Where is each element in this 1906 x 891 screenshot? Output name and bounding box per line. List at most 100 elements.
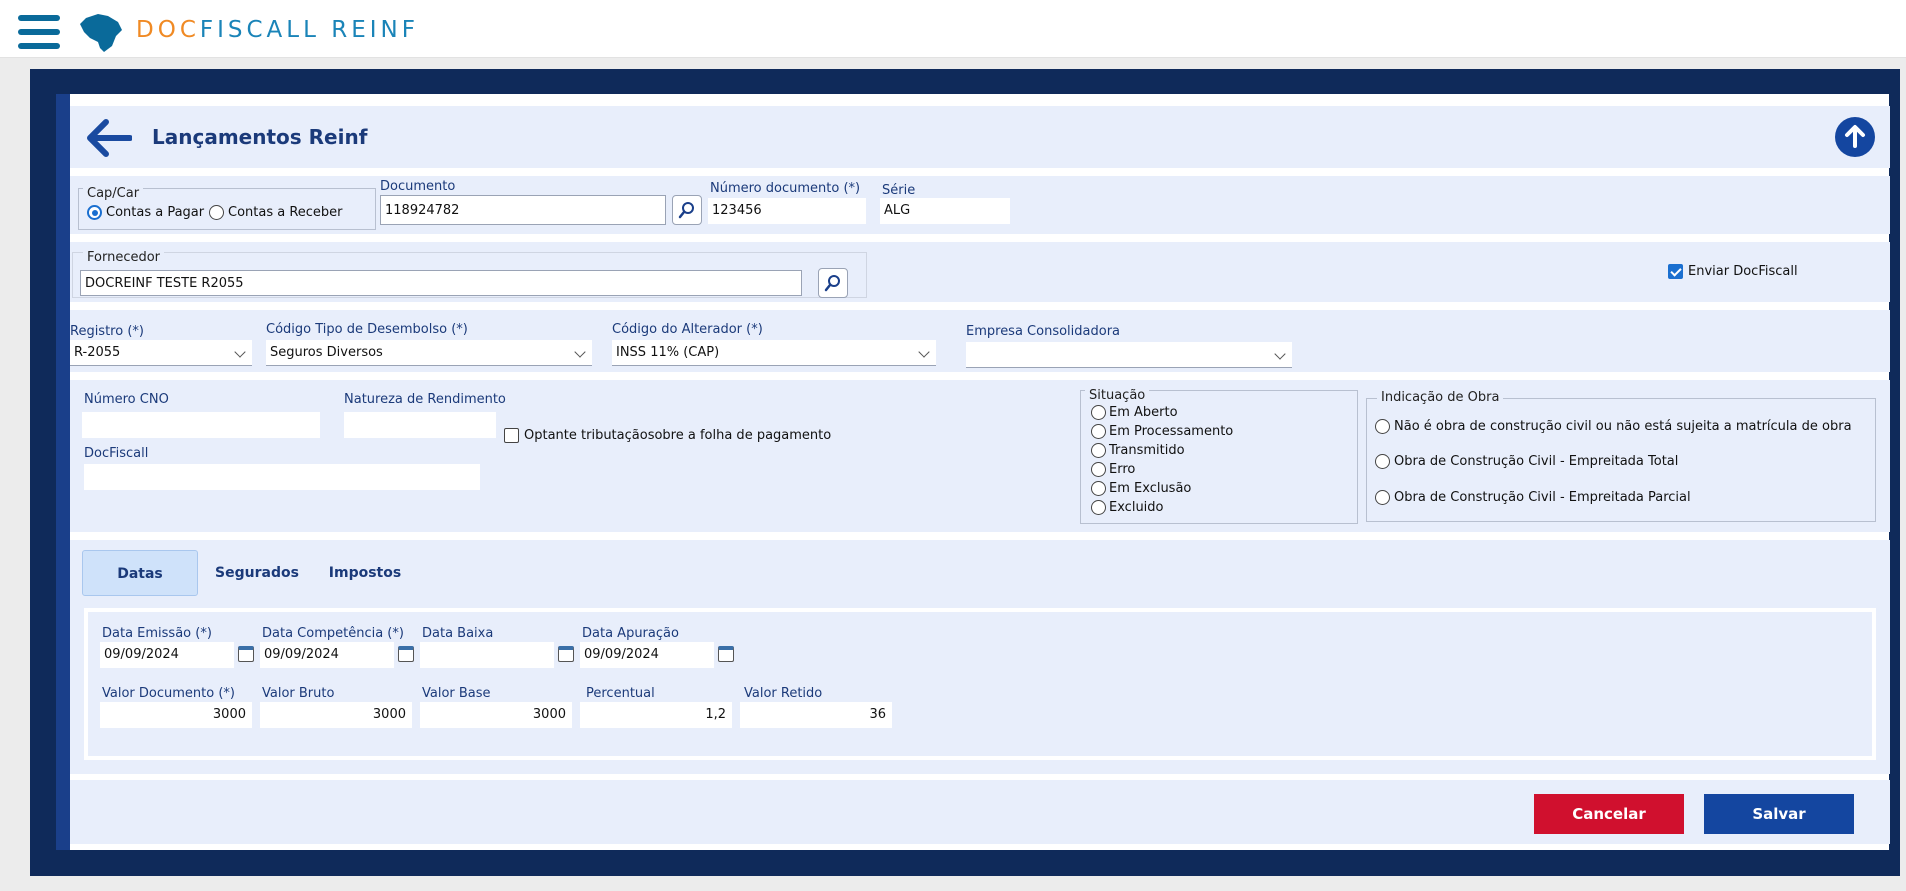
radio-contas-pagar-label: Contas a Pagar: [106, 205, 205, 220]
radio-situacao-em-exclusao-label: Em Exclusão: [1109, 481, 1192, 496]
documento-input[interactable]: 118924782: [380, 195, 666, 225]
documento-search-button[interactable]: [672, 195, 702, 225]
data-baixa-label: Data Baixa: [422, 626, 494, 641]
tab-segurados[interactable]: Segurados: [206, 550, 308, 596]
tab-impostos[interactable]: Impostos: [320, 550, 410, 596]
radio-situacao-em-exclusao[interactable]: [1091, 481, 1106, 496]
docfiscall-field-label: DocFiscall: [84, 446, 149, 461]
radio-contas-pagar[interactable]: [87, 205, 102, 220]
title-bar: Lançamentos Reinf: [70, 106, 1890, 168]
cancel-button[interactable]: Cancelar: [1534, 794, 1684, 834]
radio-situacao-em-processamento[interactable]: [1091, 424, 1106, 439]
indicacao-obra-legend: Indicação de Obra: [1377, 390, 1504, 405]
valor-documento-input[interactable]: 3000: [100, 702, 252, 728]
situacao-group: Situação Em Aberto Em Processamento Tran…: [1080, 388, 1358, 524]
search-icon: [678, 202, 694, 219]
valor-documento-label: Valor Documento (*): [102, 686, 235, 701]
calendar-icon[interactable]: [398, 646, 414, 662]
valor-base-label: Valor Base: [422, 686, 491, 701]
natureza-rendimento-input[interactable]: [344, 412, 496, 438]
radio-obra-empreitada-parcial[interactable]: [1375, 490, 1390, 505]
indicacao-obra-group: Indicação de Obra Não é obra de construç…: [1366, 390, 1876, 522]
valor-bruto-label: Valor Bruto: [262, 686, 335, 701]
docfiscall-field-input[interactable]: [84, 464, 480, 490]
numero-documento-input[interactable]: 123456: [708, 198, 866, 224]
chevron-down-icon: [918, 346, 930, 358]
registro-label: Registro (*): [70, 324, 144, 339]
radio-situacao-excluido-label: Excluido: [1109, 500, 1164, 515]
radio-obra-nao-construcao[interactable]: [1375, 419, 1390, 434]
capcar-group: Cap/Car Contas a Pagar Contas a Receber: [78, 186, 376, 230]
empresa-consolidadora-select[interactable]: [966, 342, 1292, 368]
data-competencia-input[interactable]: 09/09/2024: [260, 642, 394, 668]
radio-situacao-erro-label: Erro: [1109, 462, 1136, 477]
radio-situacao-transmitido-label: Transmitido: [1109, 443, 1185, 458]
valor-retido-label: Valor Retido: [744, 686, 823, 701]
enviar-docfiscall-checkbox[interactable]: [1668, 264, 1683, 279]
data-competencia-label: Data Competência (*): [262, 626, 404, 641]
datas-panel: Data Emissão (*) 09/09/2024 Data Competê…: [84, 608, 1876, 760]
tab-datas[interactable]: Datas: [82, 550, 198, 596]
radio-contas-receber[interactable]: [209, 205, 224, 220]
save-button[interactable]: Salvar: [1704, 794, 1854, 834]
fornecedor-legend: Fornecedor: [83, 250, 165, 265]
capcar-legend: Cap/Car: [83, 186, 144, 201]
numero-cno-input[interactable]: [82, 412, 320, 438]
details-section: Número CNO Natureza de Rendimento Optant…: [70, 380, 1890, 532]
page-title: Lançamentos Reinf: [152, 125, 368, 149]
numero-cno-label: Número CNO: [84, 392, 169, 407]
calendar-icon[interactable]: [558, 646, 574, 662]
top-bar: DOCFISCALL REINF: [0, 0, 1906, 58]
action-bar: Cancelar Salvar: [70, 780, 1890, 844]
valor-retido-input[interactable]: 36: [740, 702, 892, 728]
brazil-map-icon: [80, 14, 122, 52]
form-panel: Lançamentos Reinf Cap/Car Contas a Pagar…: [56, 94, 1890, 850]
serie-label: Série: [882, 183, 916, 198]
valor-bruto-input[interactable]: 3000: [260, 702, 412, 728]
radio-obra-empreitada-total[interactable]: [1375, 454, 1390, 469]
radio-situacao-erro[interactable]: [1091, 462, 1106, 477]
codigo-tipo-desembolso-label: Código Tipo de Desembolso (*): [266, 322, 468, 337]
numero-documento-label: Número documento (*): [710, 181, 861, 196]
serie-input[interactable]: ALG: [880, 198, 1010, 224]
fornecedor-search-button[interactable]: [818, 268, 848, 298]
radio-situacao-excluido[interactable]: [1091, 500, 1106, 515]
radio-obra-empreitada-total-label: Obra de Construção Civil - Empreitada To…: [1394, 454, 1679, 469]
codigo-alterador-label: Código do Alterador (*): [612, 322, 763, 337]
radio-situacao-em-aberto-label: Em Aberto: [1109, 405, 1178, 420]
radio-contas-receber-label: Contas a Receber: [228, 205, 343, 220]
radio-situacao-em-aberto[interactable]: [1091, 405, 1106, 420]
data-emissao-input[interactable]: 09/09/2024: [100, 642, 234, 668]
radio-situacao-em-processamento-label: Em Processamento: [1109, 424, 1234, 439]
menu-icon[interactable]: [18, 15, 60, 49]
codigo-alterador-select[interactable]: INSS 11% (CAP): [612, 340, 936, 366]
chevron-down-icon: [234, 346, 246, 358]
back-arrow-icon[interactable]: [84, 118, 132, 158]
document-section: Cap/Car Contas a Pagar Contas a Receber …: [70, 176, 1890, 234]
data-apuracao-label: Data Apuração: [582, 626, 679, 641]
empresa-consolidadora-label: Empresa Consolidadora: [966, 324, 1121, 339]
data-emissao-label: Data Emissão (*): [102, 626, 212, 641]
natureza-rendimento-label: Natureza de Rendimento: [344, 392, 506, 407]
radio-situacao-transmitido[interactable]: [1091, 443, 1106, 458]
valor-base-input[interactable]: 3000: [420, 702, 572, 728]
fornecedor-section: Fornecedor DOCREINF TESTE R2055 Enviar D…: [70, 242, 1890, 302]
percentual-input[interactable]: 1,2: [580, 702, 732, 728]
optante-checkbox[interactable]: [504, 428, 519, 443]
radio-obra-empreitada-parcial-label: Obra de Construção Civil - Empreitada Pa…: [1394, 490, 1691, 505]
calendar-icon[interactable]: [718, 646, 734, 662]
registro-section: Registro (*) R-2055 Código Tipo de Desem…: [70, 310, 1890, 372]
data-baixa-input[interactable]: [420, 642, 554, 668]
fornecedor-input[interactable]: DOCREINF TESTE R2055: [80, 270, 802, 296]
enviar-docfiscall-label: Enviar DocFiscall: [1688, 264, 1798, 279]
optante-label: Optante tributaçãosobre a folha de pagam…: [524, 428, 832, 443]
chevron-down-icon: [1274, 348, 1286, 360]
calendar-icon[interactable]: [238, 646, 254, 662]
percentual-label: Percentual: [586, 686, 655, 701]
registro-select[interactable]: R-2055: [70, 340, 252, 366]
codigo-tipo-desembolso-select[interactable]: Seguros Diversos: [266, 340, 592, 366]
scroll-top-icon[interactable]: [1834, 116, 1876, 158]
chevron-down-icon: [574, 346, 586, 358]
data-apuracao-input[interactable]: 09/09/2024: [580, 642, 714, 668]
tabs-section: Datas Segurados Impostos Data Emissão (*…: [70, 540, 1890, 774]
